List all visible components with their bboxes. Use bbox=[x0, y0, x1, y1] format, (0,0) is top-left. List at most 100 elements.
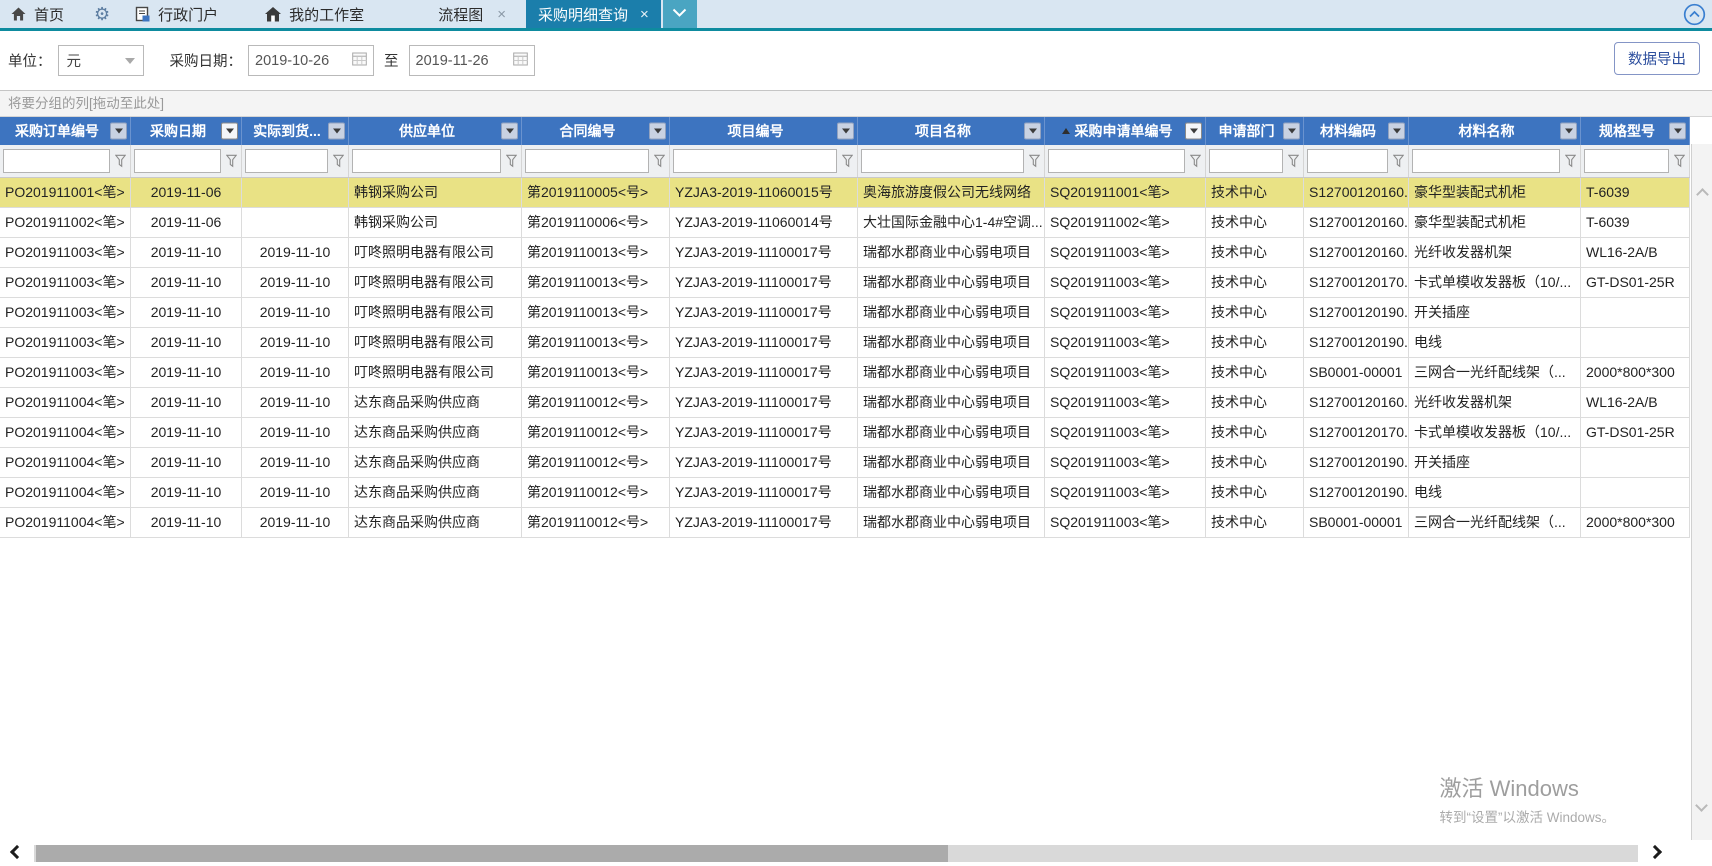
table-row[interactable]: PO201911004<笔>2019-11-102019-11-10达东商品采购… bbox=[0, 478, 1690, 508]
table-cell: 技术中心 bbox=[1206, 178, 1304, 207]
header-dropdown-button[interactable] bbox=[1185, 123, 1202, 140]
nav-workspace[interactable]: 我的工作室 bbox=[264, 0, 364, 28]
column-filter-input[interactable] bbox=[1048, 149, 1185, 173]
filter-funnel-icon[interactable] bbox=[654, 155, 665, 168]
column-header[interactable]: 规格型号 bbox=[1581, 117, 1690, 145]
scroll-down-icon[interactable] bbox=[1695, 799, 1708, 812]
header-dropdown-button[interactable] bbox=[649, 123, 666, 140]
table-cell bbox=[1581, 448, 1690, 477]
table-cell: PO201911003<笔> bbox=[0, 358, 131, 387]
column-header[interactable]: 实际到货... bbox=[242, 117, 349, 145]
table-cell: 技术中心 bbox=[1206, 418, 1304, 447]
filter-funnel-icon[interactable] bbox=[1190, 155, 1201, 168]
filter-funnel-icon[interactable] bbox=[333, 155, 344, 168]
table-row[interactable]: PO201911003<笔>2019-11-102019-11-10叮咚照明电器… bbox=[0, 238, 1690, 268]
table-row[interactable]: PO201911003<笔>2019-11-102019-11-10叮咚照明电器… bbox=[0, 358, 1690, 388]
horizontal-scroll-track[interactable] bbox=[34, 845, 1638, 862]
table-row[interactable]: PO201911003<笔>2019-11-102019-11-10叮咚照明电器… bbox=[0, 298, 1690, 328]
table-row[interactable]: PO201911001<笔>2019-11-06韩钢采购公司第201911000… bbox=[0, 178, 1690, 208]
scroll-right-icon[interactable] bbox=[1648, 845, 1662, 859]
table-cell bbox=[1581, 328, 1690, 357]
date-from-input[interactable]: 2019-10-26 bbox=[248, 45, 374, 76]
tab-purchase-detail-query-close-icon[interactable]: × bbox=[640, 6, 649, 23]
column-header[interactable]: 申请部门 bbox=[1206, 117, 1304, 145]
column-header[interactable]: 采购日期 bbox=[131, 117, 242, 145]
column-header[interactable]: 项目名称 bbox=[858, 117, 1045, 145]
header-dropdown-button[interactable] bbox=[110, 123, 127, 140]
table-row[interactable]: PO201911002<笔>2019-11-06韩钢采购公司第201911000… bbox=[0, 208, 1690, 238]
collapse-panel-button[interactable] bbox=[1683, 3, 1706, 31]
filter-funnel-icon[interactable] bbox=[506, 155, 517, 168]
tab-flowchart-close-icon[interactable]: × bbox=[497, 6, 506, 23]
column-filter-input[interactable] bbox=[1584, 149, 1669, 173]
table-cell: 第2019110012<号> bbox=[522, 418, 670, 447]
table-cell: WL16-2A/B bbox=[1581, 238, 1690, 267]
column-filter-input[interactable] bbox=[673, 149, 837, 173]
date-to-input[interactable]: 2019-11-26 bbox=[409, 45, 535, 76]
column-filter-input[interactable] bbox=[352, 149, 501, 173]
filter-funnel-icon[interactable] bbox=[1565, 155, 1576, 168]
column-filter-input[interactable] bbox=[245, 149, 328, 173]
column-filter-input[interactable] bbox=[1307, 149, 1388, 173]
table-row[interactable]: PO201911004<笔>2019-11-102019-11-10达东商品采购… bbox=[0, 448, 1690, 478]
nav-portal[interactable]: 行政门户 bbox=[134, 0, 218, 28]
table-cell: 第2019110012<号> bbox=[522, 478, 670, 507]
header-dropdown-button[interactable] bbox=[1669, 123, 1686, 140]
vertical-scrollbar[interactable] bbox=[1691, 144, 1712, 866]
header-dropdown-button[interactable] bbox=[1024, 123, 1041, 140]
header-dropdown-button[interactable] bbox=[1388, 123, 1405, 140]
filter-funnel-icon[interactable] bbox=[1674, 155, 1685, 168]
filter-funnel-icon[interactable] bbox=[842, 155, 853, 168]
table-cell: SQ201911003<笔> bbox=[1045, 508, 1206, 537]
horizontal-scroll-thumb[interactable] bbox=[36, 845, 948, 862]
tab-flowchart[interactable]: 流程图 × bbox=[438, 0, 506, 28]
grid-header-row: 采购订单编号采购日期实际到货...供应单位合同编号项目编号项目名称采购申请单编号… bbox=[0, 117, 1690, 145]
chevron-down-icon bbox=[333, 129, 341, 134]
column-filter-input[interactable] bbox=[134, 149, 221, 173]
column-filter-cell bbox=[131, 145, 242, 177]
column-filter-input[interactable] bbox=[1412, 149, 1560, 173]
table-row[interactable]: PO201911004<笔>2019-11-102019-11-10达东商品采购… bbox=[0, 508, 1690, 538]
column-header[interactable]: 采购申请单编号 bbox=[1045, 117, 1206, 145]
filter-funnel-icon[interactable] bbox=[1288, 155, 1299, 168]
column-header[interactable]: 项目编号 bbox=[670, 117, 858, 145]
header-dropdown-button[interactable] bbox=[1560, 123, 1577, 140]
column-filter-input[interactable] bbox=[3, 149, 110, 173]
header-dropdown-button[interactable] bbox=[1283, 123, 1300, 140]
horizontal-scrollbar[interactable] bbox=[0, 840, 1712, 866]
settings-button[interactable]: ⚙ bbox=[94, 0, 110, 28]
table-row[interactable]: PO201911004<笔>2019-11-102019-11-10达东商品采购… bbox=[0, 388, 1690, 418]
column-filter-input[interactable] bbox=[525, 149, 649, 173]
header-dropdown-button[interactable] bbox=[221, 123, 238, 140]
column-header[interactable]: 供应单位 bbox=[349, 117, 522, 145]
group-by-drop-zone[interactable]: 将要分组的列[拖动至此处] bbox=[0, 91, 1712, 117]
filter-funnel-icon[interactable] bbox=[1393, 155, 1404, 168]
table-row[interactable]: PO201911003<笔>2019-11-102019-11-10叮咚照明电器… bbox=[0, 328, 1690, 358]
column-header[interactable]: 材料名称 bbox=[1409, 117, 1581, 145]
header-dropdown-button[interactable] bbox=[328, 123, 345, 140]
calendar-icon[interactable] bbox=[352, 52, 367, 70]
filter-funnel-icon[interactable] bbox=[115, 155, 126, 168]
tab-list-dropdown-button[interactable] bbox=[663, 0, 697, 28]
scroll-up-icon[interactable] bbox=[1696, 188, 1709, 201]
filter-funnel-icon[interactable] bbox=[226, 155, 237, 168]
unit-select[interactable]: 元 bbox=[58, 45, 144, 76]
column-header[interactable]: 材料编码 bbox=[1304, 117, 1409, 145]
header-dropdown-button[interactable] bbox=[501, 123, 518, 140]
nav-home[interactable]: 首页 bbox=[10, 0, 64, 28]
chevron-down-icon bbox=[1288, 129, 1296, 134]
table-row[interactable]: PO201911004<笔>2019-11-102019-11-10达东商品采购… bbox=[0, 418, 1690, 448]
tab-purchase-detail-query[interactable]: 采购明细查询 × bbox=[526, 0, 661, 28]
column-header[interactable]: 采购订单编号 bbox=[0, 117, 131, 145]
column-filter-input[interactable] bbox=[1209, 149, 1283, 173]
data-export-button[interactable]: 数据导出 bbox=[1614, 42, 1700, 75]
header-dropdown-button[interactable] bbox=[837, 123, 854, 140]
column-filter-input[interactable] bbox=[861, 149, 1024, 173]
scroll-left-icon[interactable] bbox=[10, 845, 24, 859]
filter-funnel-icon[interactable] bbox=[1029, 155, 1040, 168]
table-cell: 第2019110013<号> bbox=[522, 238, 670, 267]
column-header[interactable]: 合同编号 bbox=[522, 117, 670, 145]
calendar-icon[interactable] bbox=[513, 52, 528, 70]
chevron-down-icon bbox=[1674, 129, 1682, 134]
table-row[interactable]: PO201911003<笔>2019-11-102019-11-10叮咚照明电器… bbox=[0, 268, 1690, 298]
